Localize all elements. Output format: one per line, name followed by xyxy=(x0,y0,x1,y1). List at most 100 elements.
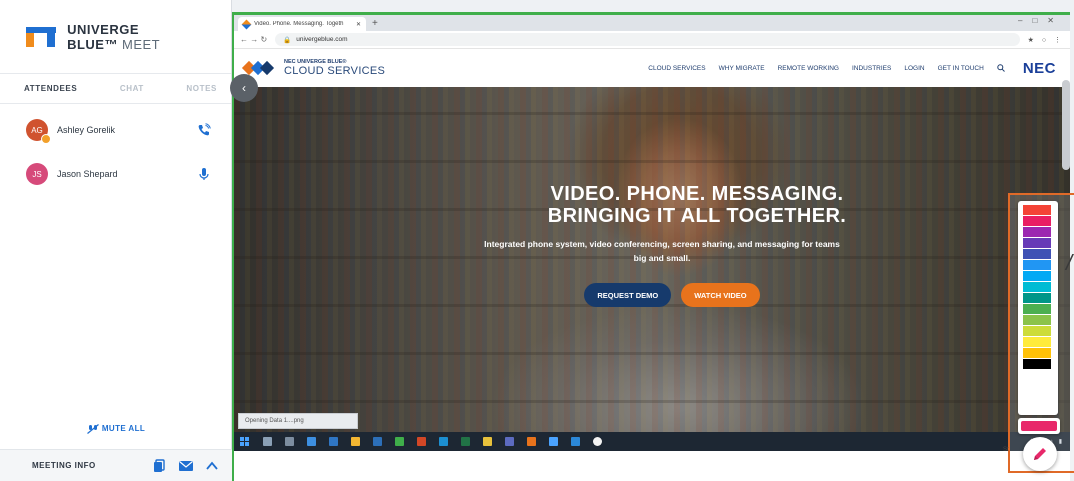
taskbar-app-icon[interactable] xyxy=(571,437,580,446)
email-icon[interactable] xyxy=(178,459,194,473)
attendee-name: Ashley Gorelik xyxy=(57,125,116,135)
taskbar-search-icon[interactable] xyxy=(263,437,272,446)
mute-all-button[interactable]: MUTE ALL xyxy=(0,424,232,434)
color-swatch[interactable] xyxy=(1023,216,1051,226)
meet-brand: UNIVERGE BLUE™ MEET xyxy=(67,22,231,52)
close-tab-icon[interactable]: ✕ xyxy=(356,21,361,28)
hero-subtext: Integrated phone system, video conferenc… xyxy=(484,239,840,263)
taskbar-explorer-icon[interactable] xyxy=(351,437,360,446)
url-input[interactable]: 🔒 univergeblue.com xyxy=(275,33,1020,46)
chevron-up-icon[interactable] xyxy=(204,459,220,473)
browser-tab-title: Video. Phone. Messaging. Togeth xyxy=(254,21,344,27)
new-tab-button[interactable]: + xyxy=(372,17,378,31)
back-forward-reload-icons[interactable]: ← → ↻ xyxy=(240,35,267,44)
site-favicon-icon xyxy=(241,19,252,29)
browser-tab[interactable]: Video. Phone. Messaging. Togeth ✕ xyxy=(238,17,366,31)
meeting-info-bar: MEETING INFO xyxy=(0,449,232,481)
pen-icon xyxy=(1034,448,1046,460)
color-swatch[interactable] xyxy=(1023,205,1051,215)
attendee-row[interactable]: AG Ashley Gorelik xyxy=(0,108,231,152)
nec-diamond-logo-icon xyxy=(241,60,275,76)
nav-industries[interactable]: INDUSTRIES xyxy=(852,65,891,72)
nec-logo[interactable]: NEC xyxy=(1023,60,1056,77)
nav-remote-working[interactable]: REMOTE WORKING xyxy=(778,65,839,72)
color-swatch[interactable] xyxy=(1023,271,1051,281)
taskbar-edge-icon[interactable] xyxy=(329,437,338,446)
taskbar-excel-icon[interactable] xyxy=(461,437,470,446)
color-swatch[interactable] xyxy=(1023,304,1051,314)
avatar-initials: AG xyxy=(31,125,43,135)
request-demo-button[interactable]: REQUEST DEMO xyxy=(584,283,672,307)
mute-all-label: MUTE ALL xyxy=(101,424,146,434)
color-swatch[interactable] xyxy=(1023,326,1051,336)
windows-start-icon[interactable] xyxy=(240,437,249,446)
phone-ringing-icon[interactable] xyxy=(197,123,211,137)
site-brand[interactable]: NEC UNIVERGE BLUE® CLOUD SERVICES xyxy=(284,59,385,77)
meet-header: UNIVERGE BLUE™ MEET xyxy=(0,0,231,74)
color-swatch[interactable] xyxy=(1023,293,1051,303)
hero-cta-group: REQUEST DEMO WATCH VIDEO xyxy=(234,283,1070,307)
tab-notes[interactable]: NOTES xyxy=(186,84,217,93)
taskbar-taskview-icon[interactable] xyxy=(285,437,294,446)
address-bar-row: ← → ↻ 🔒 univergeblue.com ★ ○ ⋮ xyxy=(234,31,1070,49)
search-icon[interactable] xyxy=(997,64,1005,72)
video-badge-icon xyxy=(41,134,51,144)
microphone-icon[interactable] xyxy=(197,167,211,181)
taskbar-app-icon[interactable] xyxy=(395,437,404,446)
site-nav-links: CLOUD SERVICES WHY MIGRATE REMOTE WORKIN… xyxy=(648,64,1005,72)
screen: UNIVERGE BLUE™ MEET ATTENDEES CHAT NOTES … xyxy=(0,0,1074,481)
avatar: JS xyxy=(26,163,48,185)
attendee-row[interactable]: JS Jason Shepard xyxy=(0,152,231,196)
meet-panel: UNIVERGE BLUE™ MEET ATTENDEES CHAT NOTES … xyxy=(0,0,232,481)
browser-tabbar: Video. Phone. Messaging. Togeth ✕ + –□✕ xyxy=(234,15,1070,31)
taskbar-app-icon[interactable] xyxy=(439,437,448,446)
taskbar-chrome-icon[interactable] xyxy=(483,437,492,446)
nav-login[interactable]: LOGIN xyxy=(904,65,924,72)
download-shelf-item[interactable]: Opening Data 1....png xyxy=(238,413,358,429)
univerge-logo-icon xyxy=(26,26,56,47)
collapse-panel-button[interactable]: ‹ xyxy=(230,74,258,102)
color-swatch[interactable] xyxy=(1023,260,1051,270)
color-swatch[interactable] xyxy=(1023,238,1051,248)
nav-why-migrate[interactable]: WHY MIGRATE xyxy=(719,65,765,72)
stop-label: St xyxy=(1003,447,1009,453)
meet-tabs: ATTENDEES CHAT NOTES xyxy=(0,74,231,104)
color-swatch[interactable] xyxy=(1023,282,1051,292)
nav-cloud-services[interactable]: CLOUD SERVICES xyxy=(648,65,705,72)
color-swatch[interactable] xyxy=(1023,315,1051,325)
color-swatch[interactable] xyxy=(1023,359,1051,369)
lock-icon: 🔒 xyxy=(283,36,292,44)
annotation-color-palette xyxy=(1018,201,1058,415)
taskbar-app-icon[interactable] xyxy=(527,437,536,446)
taskbar-word-icon[interactable] xyxy=(373,437,382,446)
taskbar-app-icon[interactable] xyxy=(549,437,558,446)
site-header: NEC UNIVERGE BLUE® CLOUD SERVICES CLOUD … xyxy=(234,49,1070,87)
window-controls[interactable]: –□✕ xyxy=(1018,16,1064,25)
mute-icon xyxy=(86,424,99,434)
extension-icons[interactable]: ★ ○ ⋮ xyxy=(1028,36,1064,44)
color-swatch[interactable] xyxy=(1023,337,1051,347)
taskbar-app-icon[interactable] xyxy=(593,437,602,446)
color-swatch[interactable] xyxy=(1023,227,1051,237)
annotate-pen-button[interactable] xyxy=(1023,437,1057,471)
watch-video-button[interactable]: WATCH VIDEO xyxy=(681,283,760,307)
hero-content: VIDEO. PHONE. MESSAGING. BRINGING IT ALL… xyxy=(234,183,1070,307)
copy-icon[interactable] xyxy=(152,458,168,473)
hero-banner: VIDEO. PHONE. MESSAGING. BRINGING IT ALL… xyxy=(234,87,1070,451)
hero-headline-2: BRINGING IT ALL TOGETHER. xyxy=(547,205,847,227)
tab-attendees[interactable]: ATTENDEES xyxy=(24,84,77,93)
url-text: univergeblue.com xyxy=(296,36,348,43)
taskbar-app-icon[interactable] xyxy=(307,437,316,446)
color-swatch[interactable] xyxy=(1023,348,1051,358)
meeting-info-label[interactable]: MEETING INFO xyxy=(32,461,142,470)
brand-suffix: MEET xyxy=(121,36,161,52)
hero-headline-1: VIDEO. PHONE. MESSAGING. xyxy=(550,183,844,205)
page-scrollbar[interactable] xyxy=(1062,80,1070,170)
shared-browser-window: Video. Phone. Messaging. Togeth ✕ + –□✕ … xyxy=(232,12,1070,481)
color-swatch[interactable] xyxy=(1023,249,1051,259)
taskbar-powerpoint-icon[interactable] xyxy=(417,437,426,446)
tab-chat[interactable]: CHAT xyxy=(120,84,144,93)
selected-color-swatch[interactable] xyxy=(1018,418,1060,434)
nav-get-in-touch[interactable]: GET IN TOUCH xyxy=(938,65,984,72)
taskbar-app-icon[interactable] xyxy=(505,437,514,446)
